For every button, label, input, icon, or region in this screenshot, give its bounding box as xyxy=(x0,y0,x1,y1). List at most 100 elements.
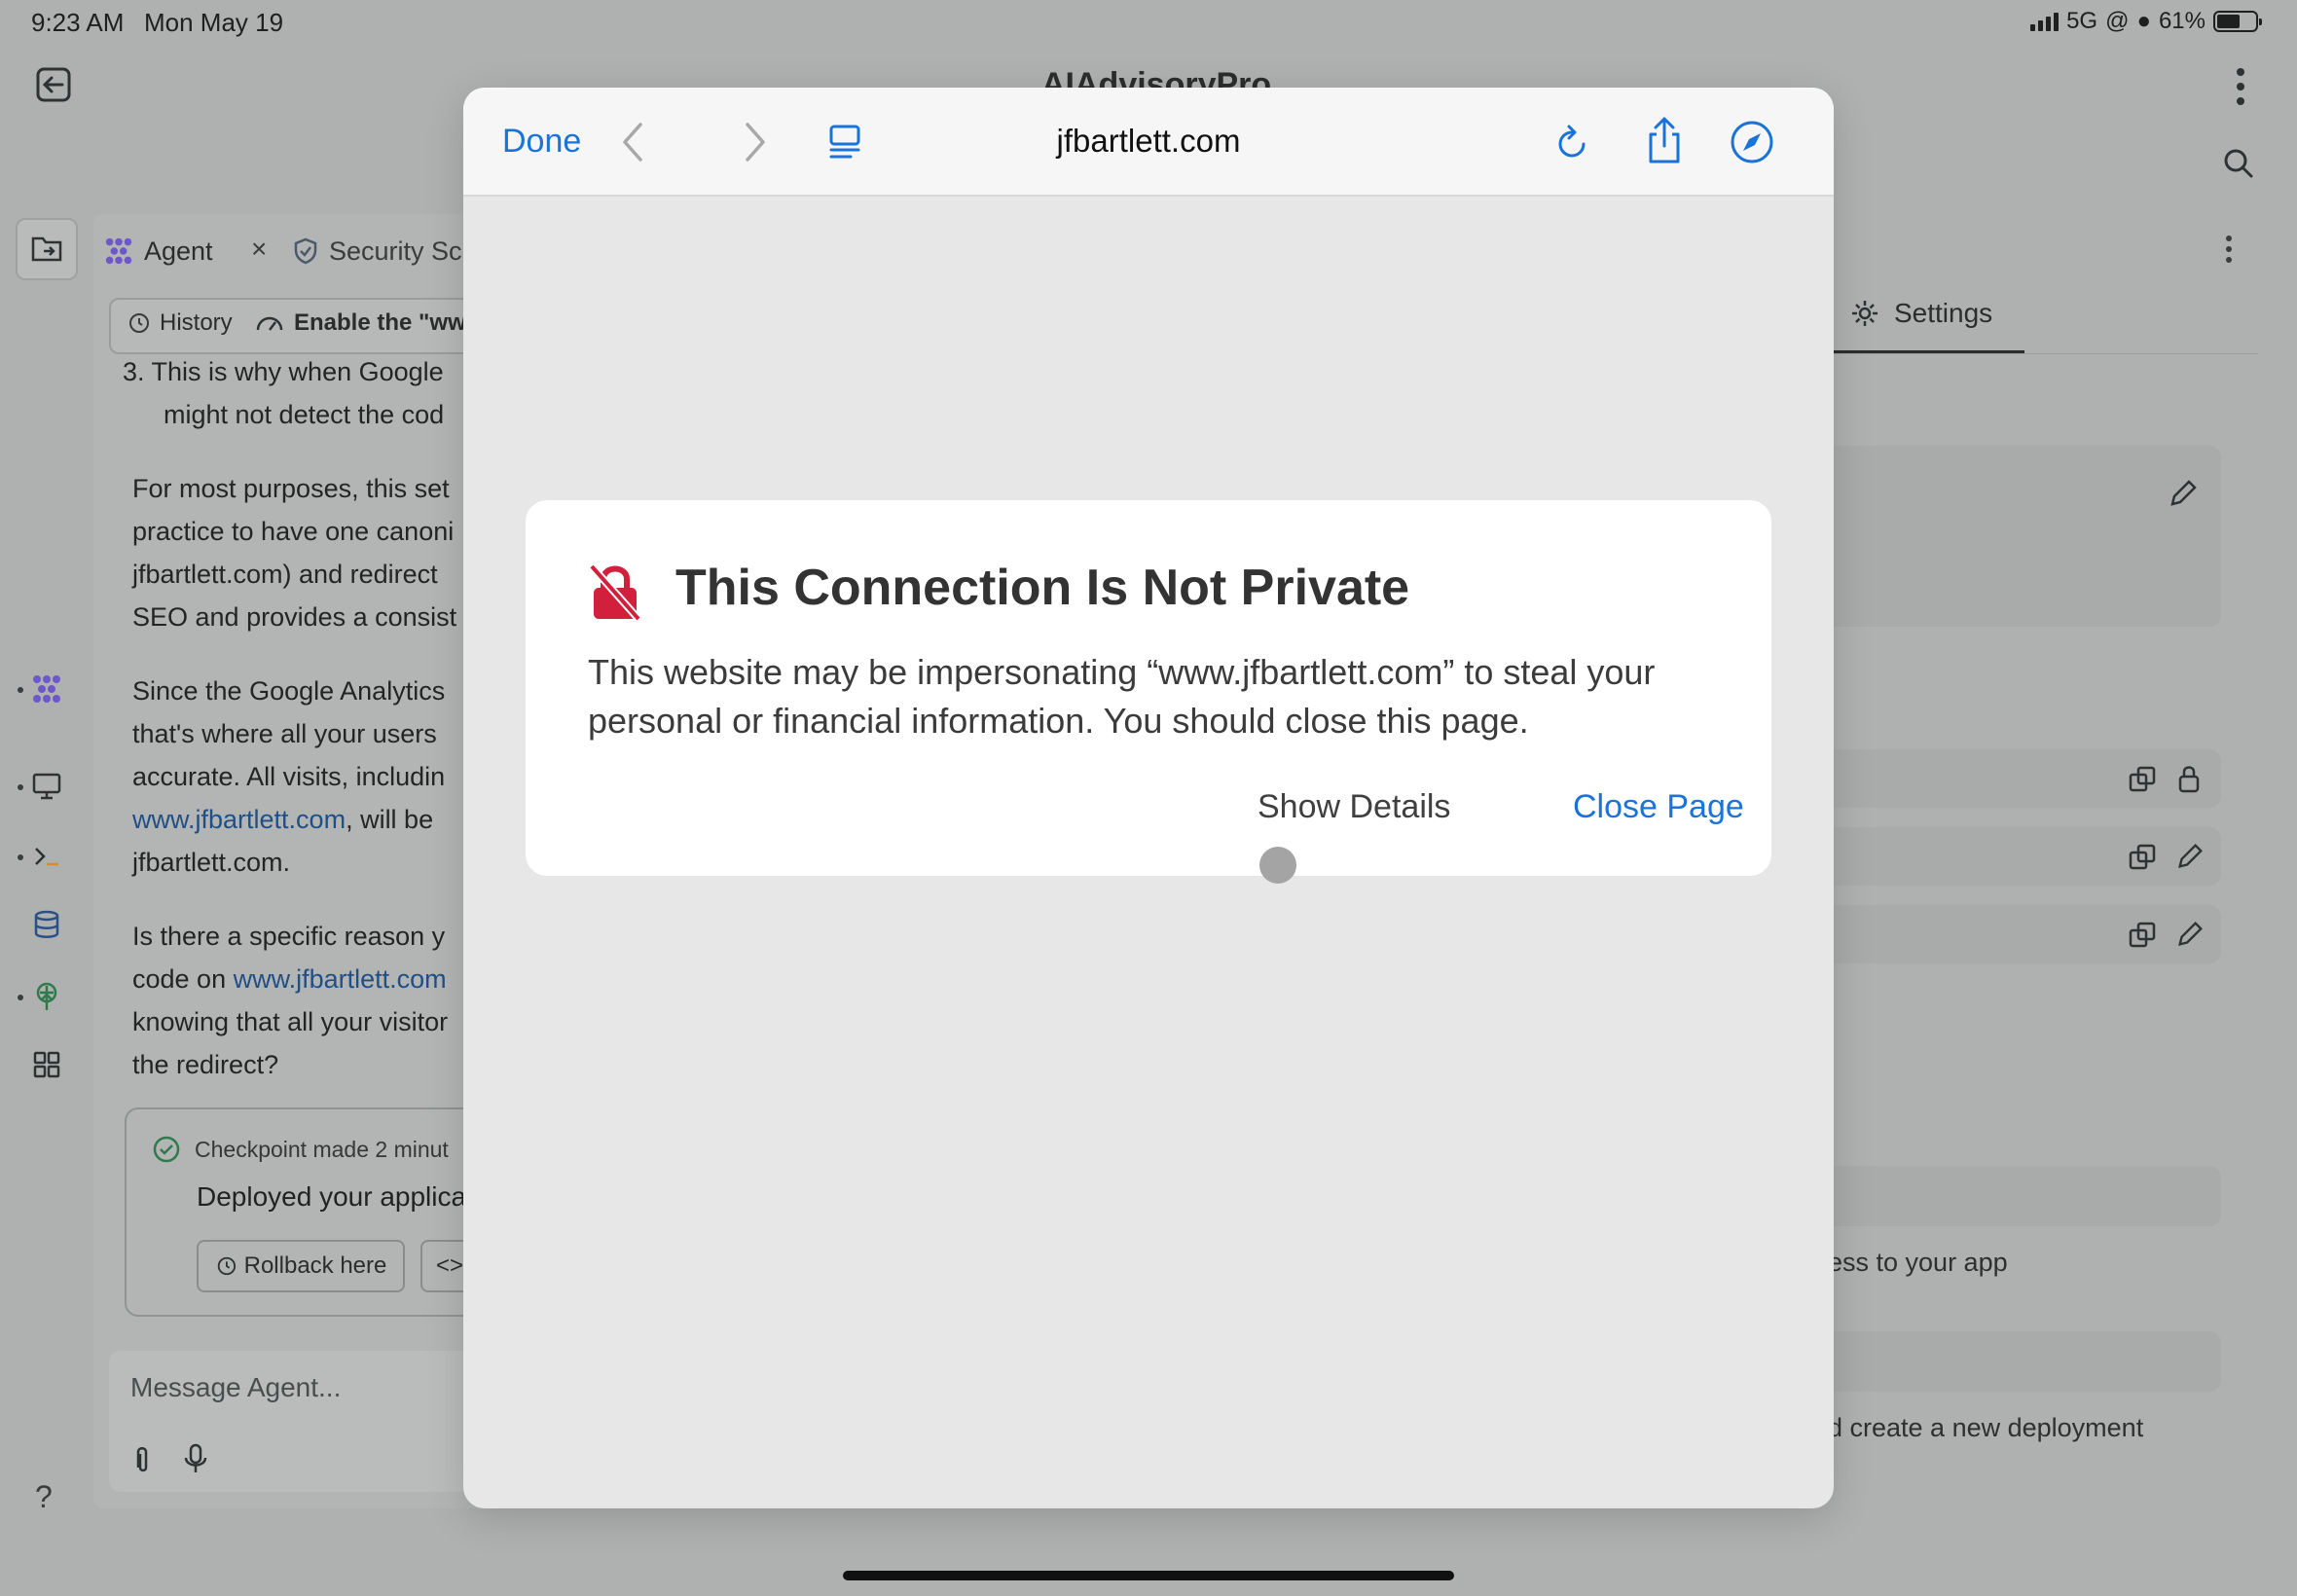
tab-agent[interactable]: Agent xyxy=(103,224,213,278)
show-details-button[interactable]: Show Details xyxy=(1258,788,1450,826)
config-row xyxy=(1810,827,2221,886)
status-date: Mon May 19 xyxy=(144,8,284,37)
current-task-label: Enable the "ww xyxy=(294,309,466,336)
folder-icon xyxy=(31,236,62,262)
gauge-icon xyxy=(256,316,283,331)
person-icon: ● xyxy=(2136,8,2151,34)
paperclip-icon[interactable] xyxy=(127,1442,156,1475)
database-rail-button[interactable] xyxy=(16,893,78,956)
tab-security-scanner[interactable]: Security Sc xyxy=(292,224,462,278)
unlocked-lock-icon xyxy=(589,563,641,622)
config-row xyxy=(1810,749,2221,808)
agent-icon xyxy=(33,675,60,703)
close-tab-icon[interactable]: × xyxy=(251,234,267,265)
warning-title: This Connection Is Not Private xyxy=(675,560,1410,616)
pencil-icon[interactable] xyxy=(2167,477,2200,510)
tab-agent-label: Agent xyxy=(144,236,213,266)
reload-icon[interactable] xyxy=(1553,121,1592,163)
at-sign-icon: @ xyxy=(2105,8,2130,34)
shield-icon xyxy=(294,237,317,265)
chat-line: jfbartlett.com. xyxy=(132,848,291,877)
search-icon[interactable] xyxy=(2221,146,2256,181)
copy-icon[interactable] xyxy=(2128,843,2157,872)
message-input[interactable]: Message Agent... xyxy=(130,1372,341,1403)
tab-settings[interactable]: Settings xyxy=(1849,298,1992,329)
network-type: 5G xyxy=(2066,8,2098,34)
pencil-icon[interactable] xyxy=(2174,919,2206,950)
chat-line: 3. This is why when Google xyxy=(123,357,444,386)
chat-line: the redirect? xyxy=(132,1050,279,1079)
chat-line: code on www.jfbartlett.com xyxy=(132,958,447,1000)
chat-link[interactable]: www.jfbartlett.com xyxy=(132,805,346,834)
settings-hint: ess to your app xyxy=(1828,1248,2008,1277)
rollback-label: Rollback here xyxy=(243,1252,387,1279)
lock-icon xyxy=(2178,766,2200,793)
all-tools-rail-button[interactable] xyxy=(16,1034,78,1096)
safari-sheet: Done jfbartlett.com This Connection Is N… xyxy=(463,88,1834,1508)
code-icon: <> xyxy=(435,1252,464,1279)
copy-icon[interactable] xyxy=(2128,765,2157,794)
gear-icon xyxy=(1852,301,1878,326)
chat-line: For most purposes, this set xyxy=(132,474,450,503)
tab-security-label: Security Sc xyxy=(329,236,462,266)
left-rail xyxy=(0,204,93,1518)
check-circle-icon xyxy=(153,1136,180,1163)
safari-toolbar: Done jfbartlett.com xyxy=(463,88,1834,197)
more-options-icon[interactable] xyxy=(2229,64,2252,109)
chat-line: that's where all your users xyxy=(132,719,437,748)
agent-icon xyxy=(105,237,132,265)
checkpoint-body: Deployed your applica xyxy=(197,1181,467,1212)
chat-line: Since the Google Analytics xyxy=(132,676,446,706)
database-icon xyxy=(34,910,59,938)
chat-line: accurate. All visits, includin xyxy=(132,762,446,791)
checkpoint-title-text: Checkpoint made 2 minut xyxy=(195,1136,449,1162)
chat-line: practice to have one canoni xyxy=(132,517,455,546)
settings-field xyxy=(1810,1331,2221,1392)
chat-text-fragment: code on xyxy=(132,964,234,994)
shell-rail-button[interactable] xyxy=(16,825,78,888)
history-icon xyxy=(217,1256,236,1276)
battery-icon xyxy=(2213,11,2262,32)
url-label: jfbartlett.com xyxy=(1056,123,1241,159)
help-icon[interactable]: ? xyxy=(35,1479,53,1515)
exit-icon[interactable] xyxy=(33,64,74,105)
status-time: 9:23 AM xyxy=(31,8,125,37)
grid-icon xyxy=(33,1051,60,1078)
chat-line: www.jfbartlett.com, will be xyxy=(132,798,433,841)
terminal-icon xyxy=(35,848,58,866)
chat-line: might not detect the cod xyxy=(164,400,445,429)
connection-warning-dialog: This Connection Is Not Private This webs… xyxy=(526,500,1771,876)
settings-label: Settings xyxy=(1894,298,1993,328)
rollback-button[interactable]: Rollback here xyxy=(197,1240,405,1292)
config-row xyxy=(1810,905,2221,963)
monitor-icon xyxy=(32,773,61,800)
touch-indicator xyxy=(1259,847,1296,884)
pane-more-icon[interactable] xyxy=(2223,234,2235,265)
app-name-card xyxy=(1810,446,2221,627)
warning-message: This website may be impersonating “www.j… xyxy=(588,652,1656,741)
home-indicator[interactable] xyxy=(843,1571,1454,1580)
share-icon[interactable] xyxy=(1643,115,1686,165)
cellular-signal-icon xyxy=(2030,12,2060,31)
agent-rail-button[interactable] xyxy=(16,658,78,720)
microphone-icon[interactable] xyxy=(181,1442,210,1475)
history-button[interactable]: History xyxy=(127,309,233,337)
chat-line: jfbartlett.com) and redirect xyxy=(132,560,438,589)
compass-icon[interactable] xyxy=(1729,119,1775,165)
close-page-button[interactable]: Close Page xyxy=(1573,788,1744,826)
settings-hint: d create a new deployment xyxy=(1828,1413,2144,1442)
settings-field xyxy=(1810,1166,2221,1226)
deployments-rail-button[interactable] xyxy=(16,965,78,1028)
history-icon xyxy=(129,313,149,333)
webview-rail-button[interactable] xyxy=(16,755,78,817)
current-task[interactable]: Enable the "ww xyxy=(255,309,466,337)
deploy-icon xyxy=(36,982,57,1010)
copy-icon[interactable] xyxy=(2128,921,2157,950)
pencil-icon[interactable] xyxy=(2174,841,2206,872)
file-explorer-button[interactable] xyxy=(16,218,78,280)
chat-link[interactable]: www.jfbartlett.com xyxy=(234,964,447,994)
chat-text-fragment: , will be xyxy=(346,805,434,834)
chat-line: knowing that all your visitor xyxy=(132,1007,449,1036)
chat-line: Is there a specific reason y xyxy=(132,922,446,951)
status-indicators: 5G @ ● 61% xyxy=(2030,8,2262,35)
